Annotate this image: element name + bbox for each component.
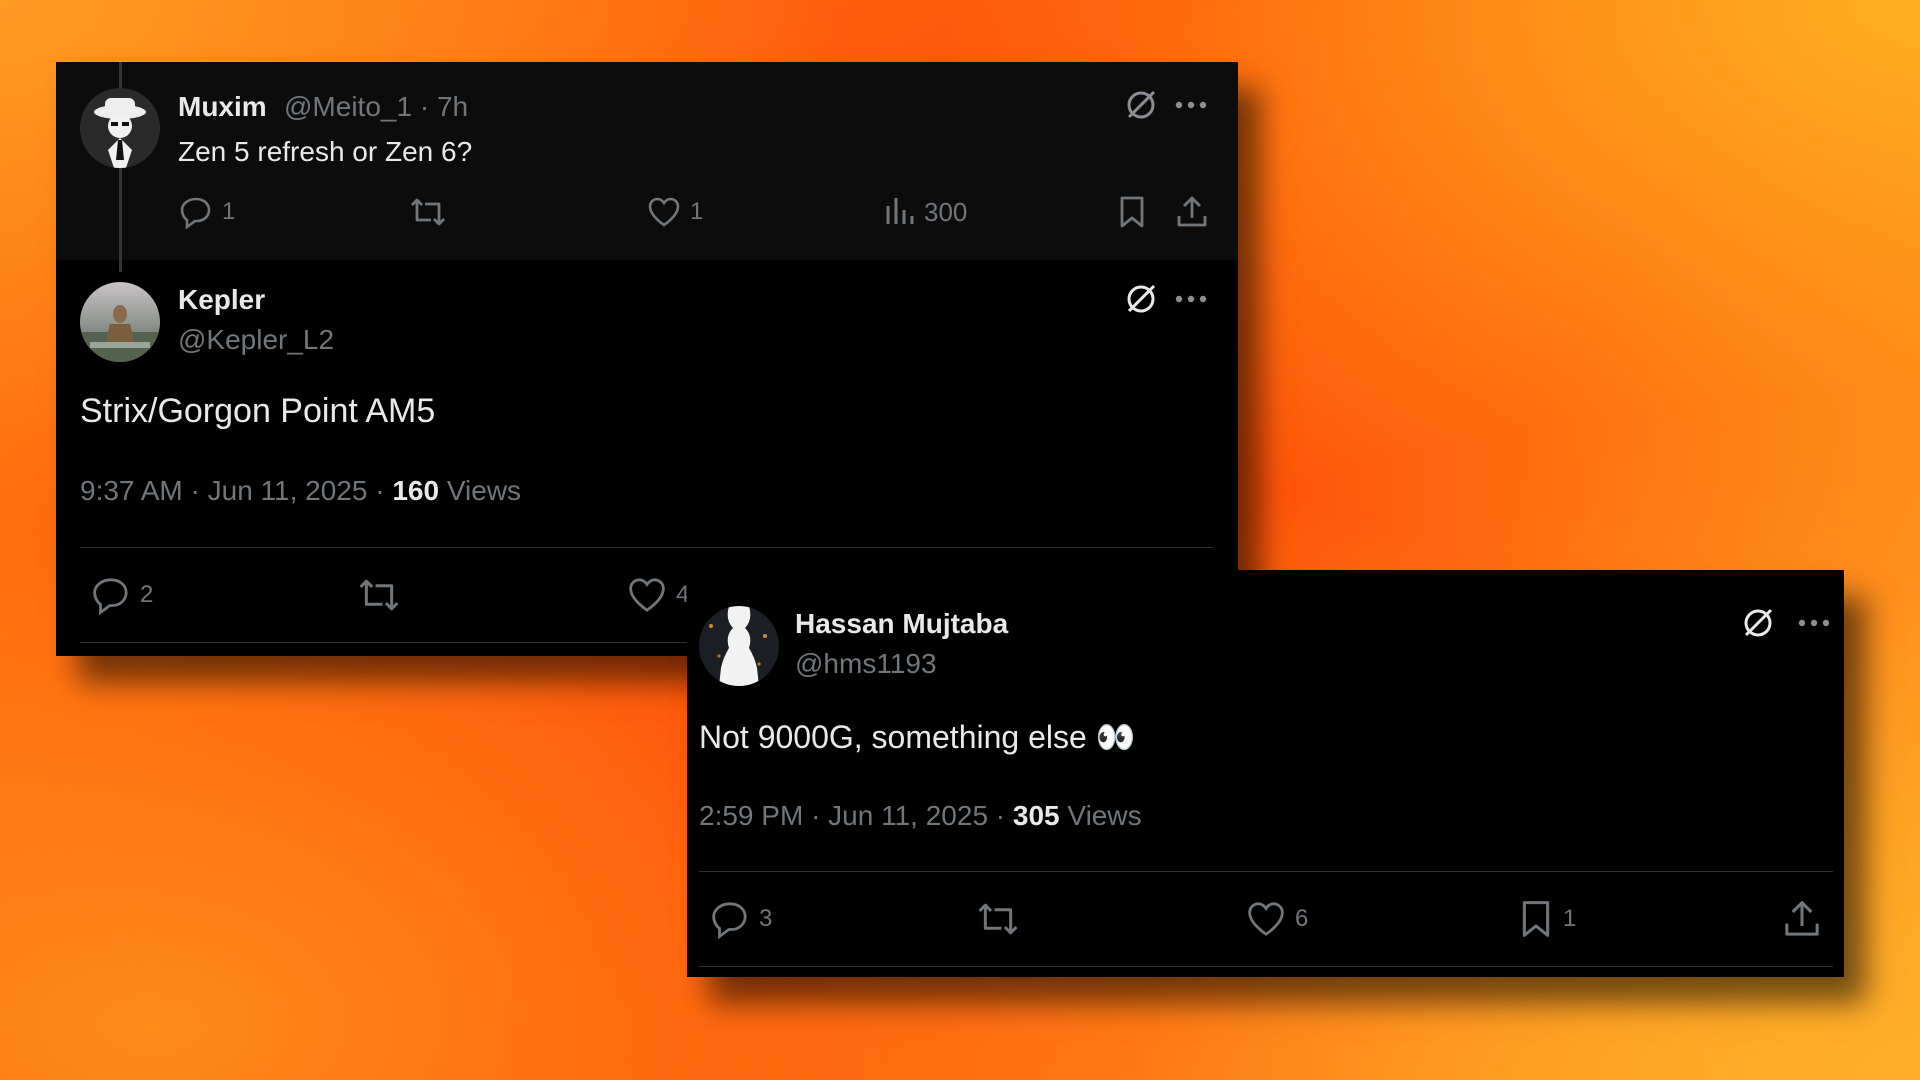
reply-icon	[93, 578, 128, 616]
reply-button[interactable]: 2	[90, 574, 153, 616]
grok-icon[interactable]	[1124, 282, 1158, 321]
tweet-meta: 9:37 AM · Jun 11, 2025 · 160 Views	[80, 475, 521, 507]
like-button[interactable]: 4	[626, 574, 689, 616]
parent-like-count: 1	[690, 198, 704, 225]
retweet-icon	[978, 903, 1018, 935]
separator-dot: ·	[375, 475, 385, 506]
parent-author-name[interactable]: Muxim	[178, 91, 267, 123]
retweet-button[interactable]	[975, 898, 1021, 940]
tweet-date[interactable]: Jun 11, 2025	[208, 475, 368, 506]
tweet-text: Not 9000G, something else 👀	[699, 719, 1136, 755]
bookmark-button[interactable]: 1	[1517, 898, 1576, 940]
parent-handle-line: @Meito_1 · 7h	[284, 91, 468, 123]
separator-dot: ·	[419, 91, 430, 122]
like-icon	[648, 197, 680, 227]
retweet-button[interactable]	[356, 574, 402, 616]
more-icon[interactable]	[1174, 98, 1208, 117]
views-label: Views	[1067, 800, 1142, 831]
parent-author-handle[interactable]: @Meito_1	[284, 91, 412, 122]
parent-retweet-button[interactable]	[408, 194, 448, 230]
more-icon[interactable]	[1174, 292, 1208, 311]
avatar-hassan[interactable]	[699, 606, 779, 686]
bookmark-icon	[1120, 196, 1144, 228]
like-count: 6	[1295, 905, 1309, 932]
author-handle[interactable]: @hms1193	[795, 648, 937, 680]
retweet-icon	[359, 579, 399, 611]
bookmark-icon	[1522, 901, 1550, 937]
retweet-icon	[411, 198, 445, 226]
grok-icon[interactable]	[1741, 606, 1775, 645]
like-icon	[1248, 902, 1284, 936]
avatar-kepler[interactable]	[80, 282, 160, 362]
tweet-time[interactable]: 9:37 AM	[80, 475, 183, 506]
reply-count: 2	[140, 581, 154, 608]
divider-bottom	[699, 966, 1833, 967]
like-button[interactable]: 6	[1245, 898, 1308, 940]
parent-reply-count: 1	[222, 198, 236, 225]
tweet-text: Strix/Gorgon Point AM5	[80, 392, 436, 430]
author-name[interactable]: Kepler	[178, 284, 265, 316]
share-icon	[1785, 901, 1819, 936]
reply-count: 3	[759, 905, 773, 932]
author-handle[interactable]: @Kepler_L2	[178, 324, 334, 356]
like-icon	[629, 578, 665, 612]
share-button[interactable]	[1781, 898, 1823, 940]
view-count: 160	[392, 475, 440, 506]
bookmark-count: 1	[1563, 905, 1577, 932]
tweet-meta: 2:59 PM · Jun 11, 2025 · 305 Views	[699, 800, 1142, 832]
tweet-card-kepler: Muxim @Meito_1 · 7h Zen 5 refresh or Zen…	[56, 62, 1238, 656]
separator-dot: ·	[995, 800, 1006, 831]
view-count: 305	[1012, 800, 1060, 831]
divider-top	[80, 547, 1214, 548]
parent-views-button[interactable]: 300	[882, 194, 967, 230]
parent-view-count: 300	[924, 196, 968, 227]
reply-icon	[180, 197, 211, 230]
parent-tweet-text: Zen 5 refresh or Zen 6?	[178, 136, 473, 167]
parent-time[interactable]: 7h	[437, 91, 468, 122]
parent-like-button[interactable]: 1	[646, 194, 703, 230]
tweet-date[interactable]: Jun 11, 2025	[828, 800, 988, 831]
reply-button[interactable]: 3	[709, 898, 772, 940]
separator-dot: ·	[190, 475, 200, 506]
divider-top	[699, 871, 1833, 872]
more-icon[interactable]	[1797, 616, 1831, 635]
grok-icon[interactable]	[1124, 88, 1158, 127]
separator-dot: ·	[811, 800, 821, 831]
parent-share-button[interactable]	[1174, 194, 1210, 230]
views-label: Views	[446, 475, 522, 506]
parent-bookmark-button[interactable]	[1116, 194, 1148, 230]
author-name[interactable]: Hassan Mujtaba	[795, 608, 1008, 640]
avatar-muxim[interactable]	[80, 88, 160, 168]
tweet-card-hassan: Hassan Mujtaba @hms1193 Not 9000G, somet…	[687, 570, 1844, 977]
parent-reply-button[interactable]: 1	[178, 194, 235, 230]
reply-icon	[712, 902, 747, 940]
views-icon	[886, 198, 914, 224]
share-icon	[1177, 196, 1207, 227]
tweet-time[interactable]: 2:59 PM	[699, 800, 803, 831]
